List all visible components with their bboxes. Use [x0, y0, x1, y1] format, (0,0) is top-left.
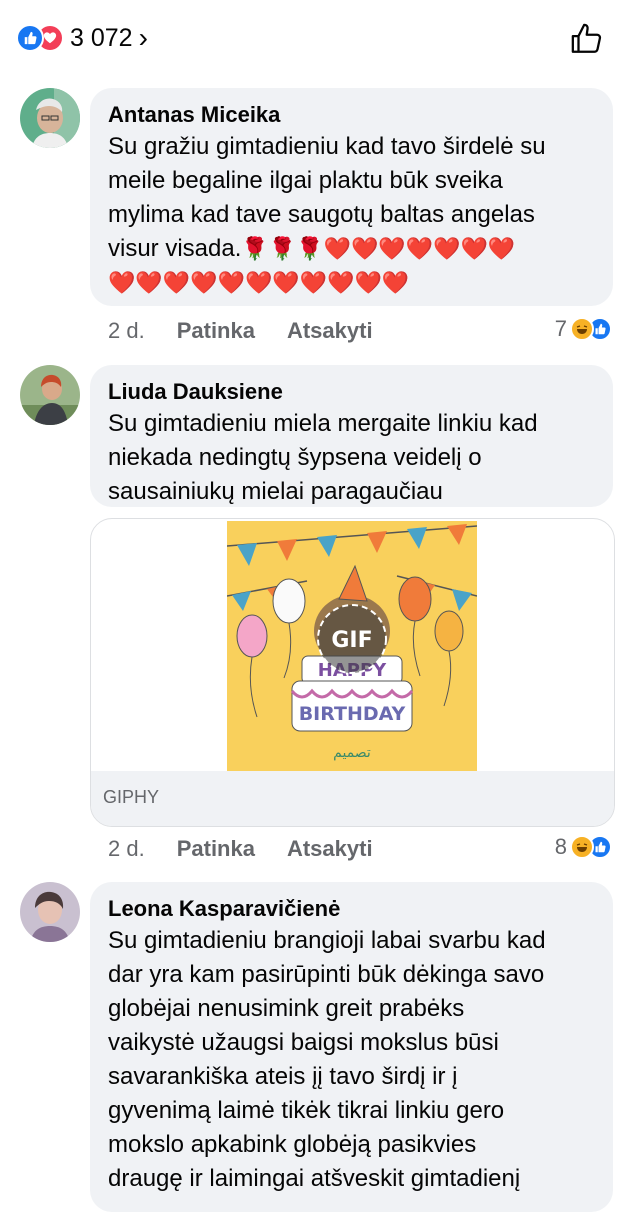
comment-reactions[interactable]: 7: [555, 316, 612, 342]
gif-image[interactable]: HAPPY BIRTHDAY تصميم GIF: [226, 521, 478, 771]
like-button[interactable]: Patinka: [177, 836, 255, 862]
reply-button[interactable]: Atsakyti: [287, 836, 373, 862]
comment-actions: 2 d. Patinka Atsakyti: [108, 836, 405, 862]
comment-text: Su gimtadieniu miela mergaite linkiu kad…: [108, 410, 538, 505]
gif-footer: GIPHY: [91, 771, 614, 826]
reaction-summary[interactable]: 3 072 ›: [16, 22, 148, 54]
gif-text-birthday: BIRTHDAY: [299, 703, 406, 725]
avatar[interactable]: [20, 88, 80, 148]
comment-author[interactable]: Antanas Miceika: [108, 100, 595, 130]
avatar[interactable]: [20, 365, 80, 425]
reaction-summary-bar: 3 072 ›: [0, 0, 632, 78]
thumbs-up-icon[interactable]: [570, 22, 604, 56]
reaction-count: 8: [554, 834, 567, 859]
chevron-right-icon: ›: [138, 22, 148, 53]
comment-time[interactable]: 2 d.: [108, 836, 145, 862]
comment-text: Su gimtadieniu brangioji labai svarbu ka…: [108, 927, 546, 1192]
comment-emoji: 🌹🌹🌹❤️❤️❤️❤️❤️❤️❤️: [241, 236, 516, 261]
reaction-count: 7: [554, 316, 567, 341]
gif-source[interactable]: GIPHY: [103, 787, 159, 808]
comment-bubble: Leona Kasparavičienė Su gimtadieniu bran…: [90, 882, 613, 1212]
reaction-count: 3 072: [70, 23, 133, 52]
comment-text: Su gražiu gimtadieniu kad tavo širdelė s…: [108, 133, 546, 262]
gif-attachment[interactable]: HAPPY BIRTHDAY تصميم GIF GIPHY: [90, 518, 615, 827]
gif-badge-label: GIF: [331, 628, 372, 653]
avatar[interactable]: [20, 882, 80, 942]
comment-author[interactable]: Liuda Dauksiene: [108, 377, 595, 407]
comment-bubble: Liuda Dauksiene Su gimtadieniu miela mer…: [90, 365, 613, 507]
haha-icon: [570, 317, 594, 341]
like-icon: [16, 24, 44, 52]
gif-watermark: تصميم: [333, 745, 371, 761]
like-button[interactable]: Patinka: [177, 318, 255, 344]
reply-button[interactable]: Atsakyti: [287, 318, 373, 344]
comment-actions: 2 d. Patinka Atsakyti: [108, 318, 405, 344]
comment-emoji-line: ❤️❤️❤️❤️❤️❤️❤️❤️❤️❤️❤️: [108, 270, 410, 295]
comment-time[interactable]: 2 d.: [108, 318, 145, 344]
comment-reactions[interactable]: 8: [555, 834, 612, 860]
comment-bubble: Antanas Miceika Su gražiu gimtadieniu ka…: [90, 88, 613, 306]
comment-author[interactable]: Leona Kasparavičienė: [108, 894, 595, 924]
haha-icon: [570, 835, 594, 859]
